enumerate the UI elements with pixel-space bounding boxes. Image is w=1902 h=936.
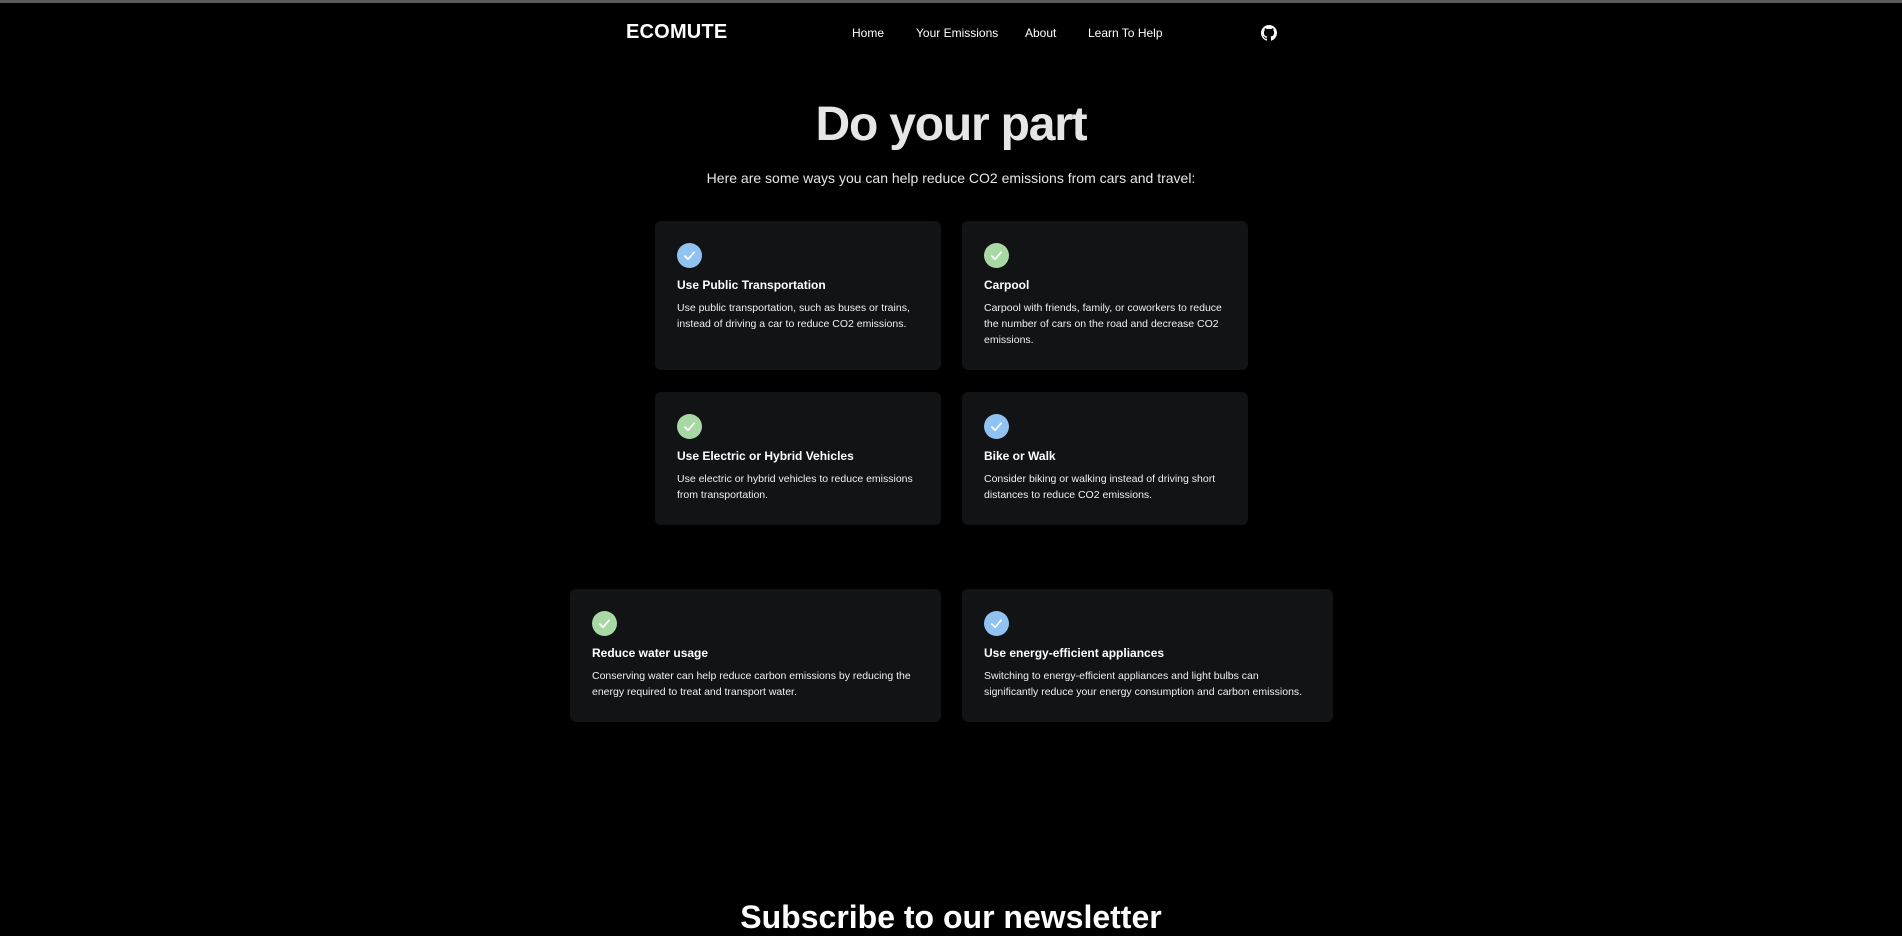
tip-card-text: Conserving water can help reduce carbon … [592,670,911,698]
nav-link-learn-to-help[interactable]: Learn To Help [1088,26,1163,40]
top-navbar: ECOMUTE Home Your Emissions About Learn … [0,3,1902,61]
nav-link-about[interactable]: About [1025,26,1056,40]
tip-card-title: Use Public Transportation [677,278,826,292]
tip-card-text: Carpool with friends, family, or coworke… [984,302,1222,346]
check-icon [984,414,1009,439]
nav-link-home[interactable]: Home [852,26,884,40]
nav-link-your-emissions[interactable]: Your Emissions [916,26,998,40]
tip-card-text: Use public transportation, such as buses… [677,302,910,330]
tip-card: Reduce water usage Conserving water can … [570,589,941,722]
github-icon[interactable] [1261,25,1277,41]
tip-card-title: Use Electric or Hybrid Vehicles [677,449,854,463]
page-subtitle: Here are some ways you can help reduce C… [706,170,1196,186]
check-icon [984,243,1009,268]
tip-card-title: Bike or Walk [984,449,1056,463]
tip-card: Use energy-efficient appliances Switchin… [962,589,1333,722]
tip-card: Use Electric or Hybrid Vehicles Use elec… [655,392,941,525]
check-icon [592,611,617,636]
tip-card-text: Use electric or hybrid vehicles to reduc… [677,473,913,501]
tip-card-title: Carpool [984,278,1030,292]
tip-card-text: Switching to energy-efficient appliances… [984,670,1303,698]
check-icon [677,243,702,268]
check-icon [984,611,1009,636]
tip-card-text: Consider biking or walking instead of dr… [984,473,1216,501]
tip-card-title: Reduce water usage [592,646,709,660]
tip-card: Use Public Transportation Use public tra… [655,221,941,370]
page-title: Do your part [815,98,1088,151]
tip-card-title: Use energy-efficient appliances [984,646,1165,660]
newsletter-heading: Subscribe to our newsletter [740,899,1162,935]
check-icon [677,414,702,439]
brand-logo[interactable]: ECOMUTE [626,21,727,44]
tip-card: Bike or Walk Consider biking or walking … [962,392,1248,525]
tip-card: Carpool Carpool with friends, family, or… [962,221,1248,370]
